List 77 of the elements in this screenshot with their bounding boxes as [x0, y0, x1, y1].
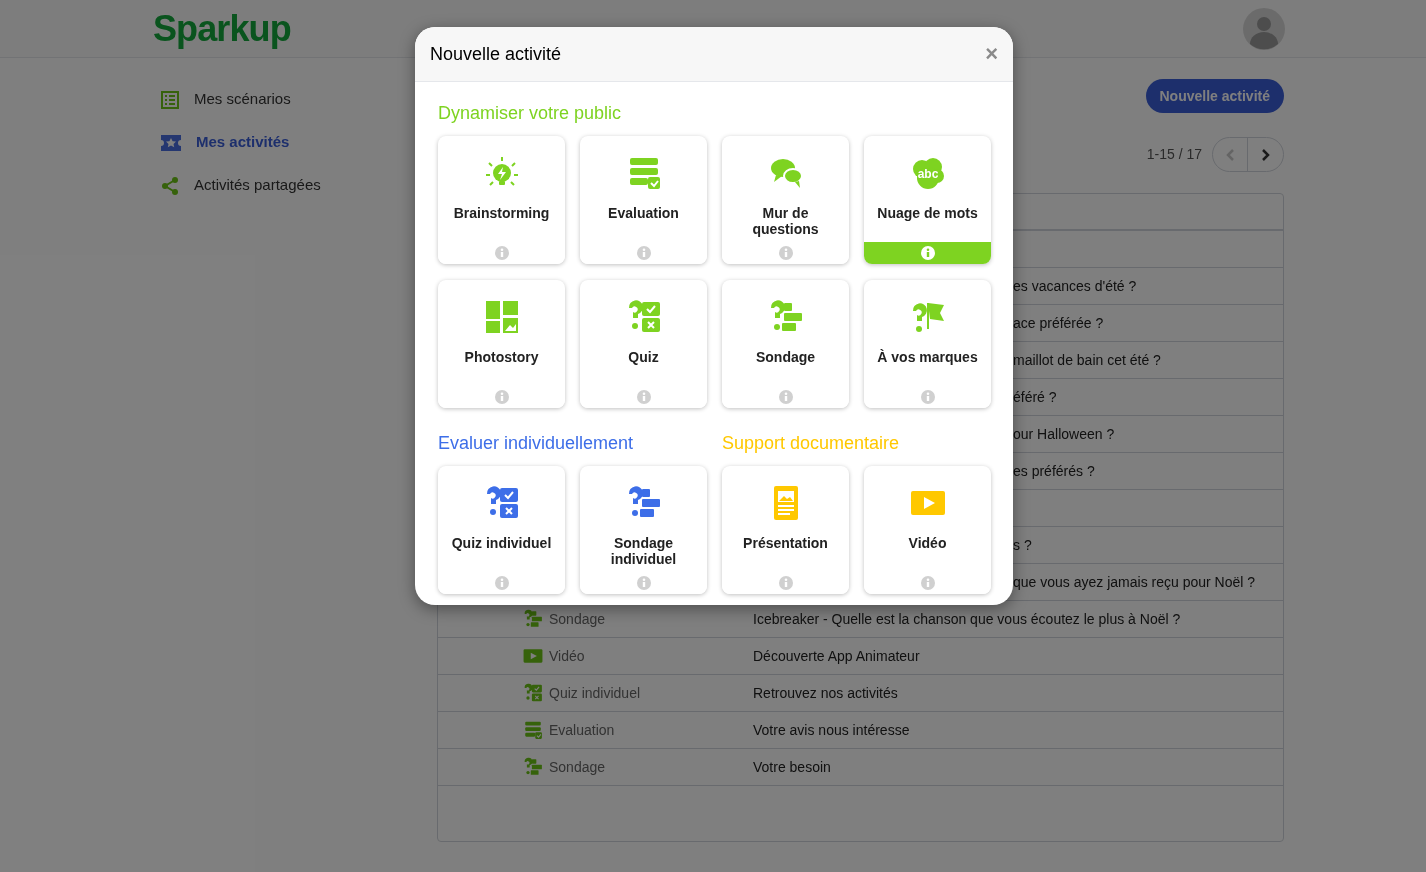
dialog-title: Nouvelle activité	[430, 42, 562, 66]
info-icon	[494, 246, 509, 260]
activity-type: Evaluation	[549, 720, 615, 740]
activity-title: Découverte App Animateur	[753, 646, 920, 666]
image-grid-icon	[483, 299, 520, 335]
section-title: Evaluer individuellement	[438, 432, 635, 454]
info-icon	[778, 390, 793, 404]
activity-title: our Halloween ?	[1013, 424, 1115, 444]
activity-card[interactable]: À vos marques	[864, 280, 991, 408]
activity-card[interactable]: Evaluation	[580, 136, 707, 264]
sidebar-item[interactable]: Activités partagées	[0, 164, 437, 207]
activity-title: s ?	[1013, 535, 1032, 555]
page-range: 1-15 / 17	[1146, 145, 1202, 164]
activity-title: Votre besoin	[753, 757, 831, 777]
card-label: Photostory	[464, 349, 539, 365]
card-label: Mur de questions	[751, 205, 820, 237]
info-icon	[636, 576, 651, 590]
info-icon	[636, 246, 651, 260]
card-label: Sondage	[755, 349, 816, 365]
activity-card[interactable]: Présentation	[722, 466, 849, 594]
activity-type: Sondage	[549, 757, 606, 777]
activity-title: que vous ayez jamais reçu pour Noël ?	[1013, 572, 1256, 592]
ticket-star-icon	[160, 133, 182, 152]
table-row[interactable]: Evaluation Votre avis nous intéresse	[438, 712, 1283, 749]
avatar[interactable]	[1243, 7, 1285, 50]
activity-title: Retrouvez nos activités	[753, 683, 898, 703]
activity-title: maillot de bain cet été ?	[1013, 350, 1161, 370]
info-icon	[778, 576, 793, 590]
activity-card[interactable]: Sondage	[722, 280, 849, 408]
card-label: Evaluation	[608, 205, 679, 221]
card-label: Brainstorming	[453, 205, 550, 221]
activity-title: es vacances d'été ?	[1013, 276, 1137, 296]
chevron-left-icon	[1225, 147, 1235, 162]
activity-card[interactable]: Photostory	[438, 280, 565, 408]
activity-title: éféré ?	[1013, 387, 1057, 407]
chevron-right-icon	[1260, 147, 1271, 162]
activity-title: Votre avis nous intéresse	[753, 720, 910, 740]
activity-card[interactable]: Quiz individuel	[438, 466, 565, 594]
list-icon	[160, 89, 180, 110]
activity-card[interactable]: Mur de questions	[722, 136, 849, 264]
activity-title: ace préférée ?	[1013, 313, 1104, 333]
card-label: Quiz	[628, 349, 659, 365]
info-icon	[920, 576, 935, 590]
play-icon	[523, 646, 543, 666]
card-label: Présentation	[743, 535, 828, 551]
section-title: Support documentaire	[722, 432, 901, 454]
share-icon	[160, 175, 180, 196]
activity-card[interactable]: Brainstorming	[438, 136, 565, 264]
table-row[interactable]: Vidéo Découverte App Animateur	[438, 638, 1283, 675]
question-checklist-icon	[523, 683, 543, 703]
activity-title: Icebreaker - Quelle est la chanson que vous écoutez le plus à Noël ?	[753, 609, 1181, 629]
info-icon	[494, 576, 509, 590]
sidebar-item[interactable]: Mes scénarios	[0, 78, 437, 121]
card-label: Sondage individuel	[609, 535, 678, 567]
info-icon	[778, 246, 793, 260]
info-icon	[920, 390, 935, 404]
activity-card[interactable]: Vidéo	[864, 466, 991, 594]
card-label: Nuage de mots	[877, 205, 978, 221]
section-title: Dynamiser votre public	[438, 102, 623, 124]
info-icon	[920, 246, 935, 260]
card-label: Vidéo	[908, 535, 947, 551]
table-row[interactable]: Quiz individuel Retrouvez nos activités	[438, 675, 1283, 712]
table-row[interactable]: Sondage Votre besoin	[438, 749, 1283, 786]
activity-card[interactable]: Quiz	[580, 280, 707, 408]
card-label: À vos marques	[877, 349, 978, 365]
activity-card[interactable]: Sondage individuel	[580, 466, 707, 594]
question-bars-icon	[523, 757, 543, 777]
activity-type: Quiz individuel	[549, 683, 641, 703]
activity-type: Sondage	[549, 609, 606, 629]
activity-type: Vidéo	[549, 646, 585, 666]
activity-title: es préférés ?	[1013, 461, 1095, 481]
checklist-icon	[523, 720, 543, 740]
card-label: Quiz individuel	[451, 535, 552, 551]
info-icon	[636, 390, 651, 404]
question-bars-icon	[523, 609, 543, 629]
activity-card[interactable]: abc Nuage de mots	[864, 136, 991, 264]
info-icon	[494, 390, 509, 404]
